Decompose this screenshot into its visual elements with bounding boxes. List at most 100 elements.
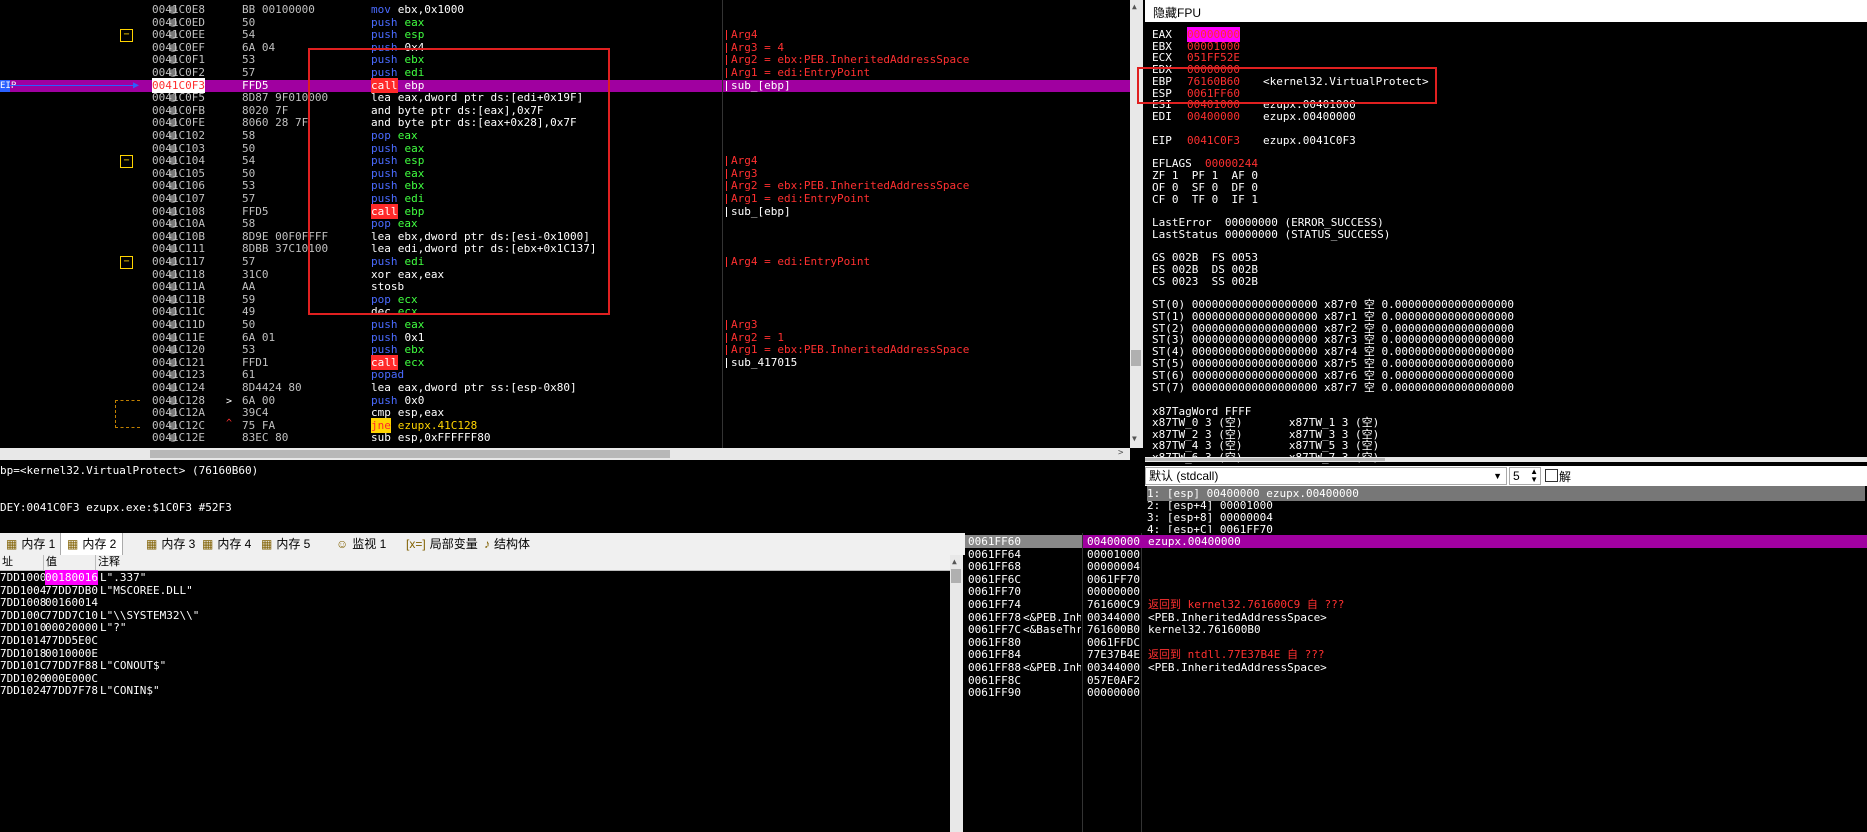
disasm-operands: ecx bbox=[404, 355, 425, 369]
tab-icon: ☺ bbox=[336, 537, 349, 551]
dump-tab[interactable]: ▦ 内存 2 bbox=[60, 533, 124, 555]
arg-count-value: 5 bbox=[1513, 469, 1520, 483]
calling-convention-value: 默认 (stdcall) bbox=[1149, 469, 1219, 483]
arg-bracket bbox=[726, 345, 730, 356]
register-value[interactable]: 00400000 bbox=[1187, 109, 1240, 124]
annotation-box-registers bbox=[1137, 67, 1437, 104]
register-pane[interactable]: 隐藏FPU EAX 00000000 EBX 00001000 ECX 051FF52E E… bbox=[1137, 0, 1867, 464]
dump-comment: L"CONOUT$" bbox=[100, 659, 167, 673]
dump-tab[interactable]: ▦ 内存 4 bbox=[196, 533, 257, 555]
register-hscrollbar[interactable] bbox=[1145, 457, 1867, 462]
stack-value[interactable]: 00000000 bbox=[1087, 685, 1140, 700]
eip-arrow-line bbox=[10, 85, 137, 86]
dump-comment: L"MSCOREE.DLL" bbox=[100, 583, 193, 597]
args-pane: 默认 (stdcall) ▼ 5 ▲ ▼ 解 1: [esp] 00400000 … bbox=[1145, 466, 1867, 536]
arg-bracket bbox=[726, 194, 730, 204]
stack-annotation: <&PEB.Inhe bbox=[1023, 661, 1081, 674]
disasm-comment: Arg4 = edi:EntryPoint bbox=[731, 255, 871, 268]
stack-divider-2 bbox=[1141, 533, 1142, 832]
dump-tab[interactable]: ▦ 内存 5 bbox=[255, 533, 316, 555]
tab-label: 监视 1 bbox=[352, 537, 387, 551]
function-marker-icon[interactable]: − bbox=[120, 256, 133, 269]
tab-label: 内存 4 bbox=[217, 537, 252, 551]
disasm-comment: sub_[ebp] bbox=[731, 204, 791, 218]
disasm-comment: sub_[ebp] bbox=[731, 78, 791, 92]
arg-bracket bbox=[726, 30, 730, 41]
tab-label: 内存 3 bbox=[161, 537, 196, 551]
chevron-down-icon: ▼ bbox=[1493, 471, 1502, 481]
tab-icon: ♪ bbox=[484, 537, 490, 551]
args-toolbar: 默认 (stdcall) ▼ 5 ▲ ▼ 解 bbox=[1145, 466, 1867, 486]
tab-icon: ▦ bbox=[202, 537, 214, 551]
disasm-mnemonic: sub bbox=[371, 431, 391, 445]
flags-line: CF 0 TF 0 IF 1 bbox=[1152, 193, 1258, 206]
dump-col-comment[interactable]: 注释 bbox=[98, 555, 120, 570]
tab-icon: ▦ bbox=[67, 537, 79, 551]
tab-icon: [x=] bbox=[406, 537, 426, 551]
arg-bracket bbox=[726, 55, 730, 66]
lock-checkbox[interactable] bbox=[1545, 469, 1558, 482]
last-error-line: LastStatus 00000000 (STATUS_SUCCESS) bbox=[1152, 228, 1391, 241]
dump-value[interactable]: 77DD7F78 bbox=[45, 683, 98, 698]
disasm-comment: sub_417015 bbox=[731, 355, 798, 369]
dump-col-value[interactable]: 值 bbox=[46, 555, 57, 570]
fpu-st-line: ST(7) 0000000000000000000 x87r7 空 0.0000… bbox=[1152, 380, 1514, 394]
dump-tab[interactable]: ▦ 内存 1 bbox=[0, 533, 61, 555]
disasm-bytes: 83EC 80 bbox=[242, 431, 289, 445]
stack-annotation: <&BaseThre bbox=[1023, 623, 1081, 637]
hide-fpu-toggle[interactable]: 隐藏FPU bbox=[1153, 4, 1201, 21]
disasm-row[interactable]: 0041C12E 83EC 80 sub esp,0xFFFFFF80 bbox=[0, 431, 1130, 445]
arg-bracket bbox=[726, 320, 730, 330]
dump-tab[interactable]: ♪ 结构体 bbox=[478, 533, 536, 555]
stack-pane[interactable]: 0061FF60 00400000 ezupx.00400000 0061FF64 00… bbox=[965, 533, 1867, 832]
arg-bracket bbox=[726, 42, 730, 53]
lock-checkbox-label: 解 bbox=[1559, 470, 1572, 484]
tab-label: 结构体 bbox=[494, 537, 531, 551]
dump-tab-bar: ▦ 内存 1 ▦ 内存 2 ▦ 内存 3 ▦ 内存 4 ▦ 内存 5 ☺ 监视 1 [x=] 局部变量 ♪ 结… bbox=[0, 533, 965, 556]
dump-comment: L"CONIN$" bbox=[100, 684, 160, 698]
register-name: EIP bbox=[1152, 134, 1172, 147]
tab-icon: ▦ bbox=[261, 537, 273, 551]
function-marker-icon[interactable]: − bbox=[120, 29, 133, 42]
register-info: ezupx.00400000 bbox=[1263, 109, 1356, 123]
dump-col-address[interactable]: 址 bbox=[2, 555, 13, 570]
stack-divider-1 bbox=[1082, 533, 1083, 832]
comment-column-divider bbox=[722, 0, 723, 448]
arg-bracket bbox=[726, 80, 730, 91]
info-line-2: DEY:0041C0F3 ezupx.exe:$1C0F3 #52F3 bbox=[0, 501, 232, 514]
dump-tab[interactable]: [x=] 局部变量 bbox=[400, 533, 484, 555]
dump-pane[interactable]: 址 值 注释 7DD1000 00180016 L".337" 7DD1004 77DD… bbox=[0, 555, 965, 832]
dump-vscrollbar[interactable]: ▲ bbox=[950, 555, 963, 832]
dump-header: 址 值 注释 bbox=[0, 555, 950, 571]
eip-arrow-head-icon: ▶ bbox=[133, 80, 140, 91]
disasm-address: 0041C12E bbox=[152, 431, 205, 445]
arg-bracket bbox=[726, 206, 730, 217]
jump-loop-arrow bbox=[115, 400, 140, 428]
eip-label: EIP bbox=[0, 81, 17, 91]
arg-bracket bbox=[726, 332, 730, 343]
arg-bracket bbox=[726, 357, 730, 368]
stack-comment: ezupx.00400000 bbox=[1148, 535, 1241, 548]
info-line-1: bp=<kernel32.VirtualProtect> (76160B60) bbox=[0, 464, 259, 477]
stack-address[interactable]: 0061FF90 bbox=[968, 685, 1021, 700]
disasm-operands: eax,dword ptr ss:[esp-0x80] bbox=[397, 381, 577, 394]
register-info: ezupx.0041C0F3 bbox=[1263, 134, 1356, 147]
register-value[interactable]: 0041C0F3 bbox=[1187, 133, 1240, 148]
tab-icon: ▦ bbox=[146, 537, 158, 551]
disasm-hscrollbar[interactable]: > bbox=[0, 448, 1130, 460]
segment-line: CS 0023 SS 002B bbox=[1152, 275, 1258, 288]
arg-count-stepper[interactable]: 5 ▲ ▼ bbox=[1509, 467, 1541, 485]
arg-bracket bbox=[726, 68, 730, 78]
calling-convention-select[interactable]: 默认 (stdcall) ▼ bbox=[1145, 467, 1507, 485]
jump-up-icon: ^ bbox=[226, 418, 233, 429]
dump-tab[interactable]: ☺ 监视 1 bbox=[330, 533, 392, 555]
register-name: EDI bbox=[1152, 109, 1172, 123]
arg-bracket bbox=[726, 257, 730, 267]
arg-bracket bbox=[726, 181, 730, 192]
stepper-icon: ▲ ▼ bbox=[1530, 467, 1538, 484]
function-marker-icon[interactable]: − bbox=[120, 155, 133, 168]
disassembly-pane[interactable]: 0041C0E8 BB 00100000 mov ebx,0x1000 0041C0ED… bbox=[0, 0, 1143, 460]
register-header: 隐藏FPU bbox=[1145, 0, 1867, 22]
dump-tab[interactable]: ▦ 内存 3 bbox=[140, 533, 201, 555]
dump-address[interactable]: 7DD1024 bbox=[0, 683, 46, 698]
